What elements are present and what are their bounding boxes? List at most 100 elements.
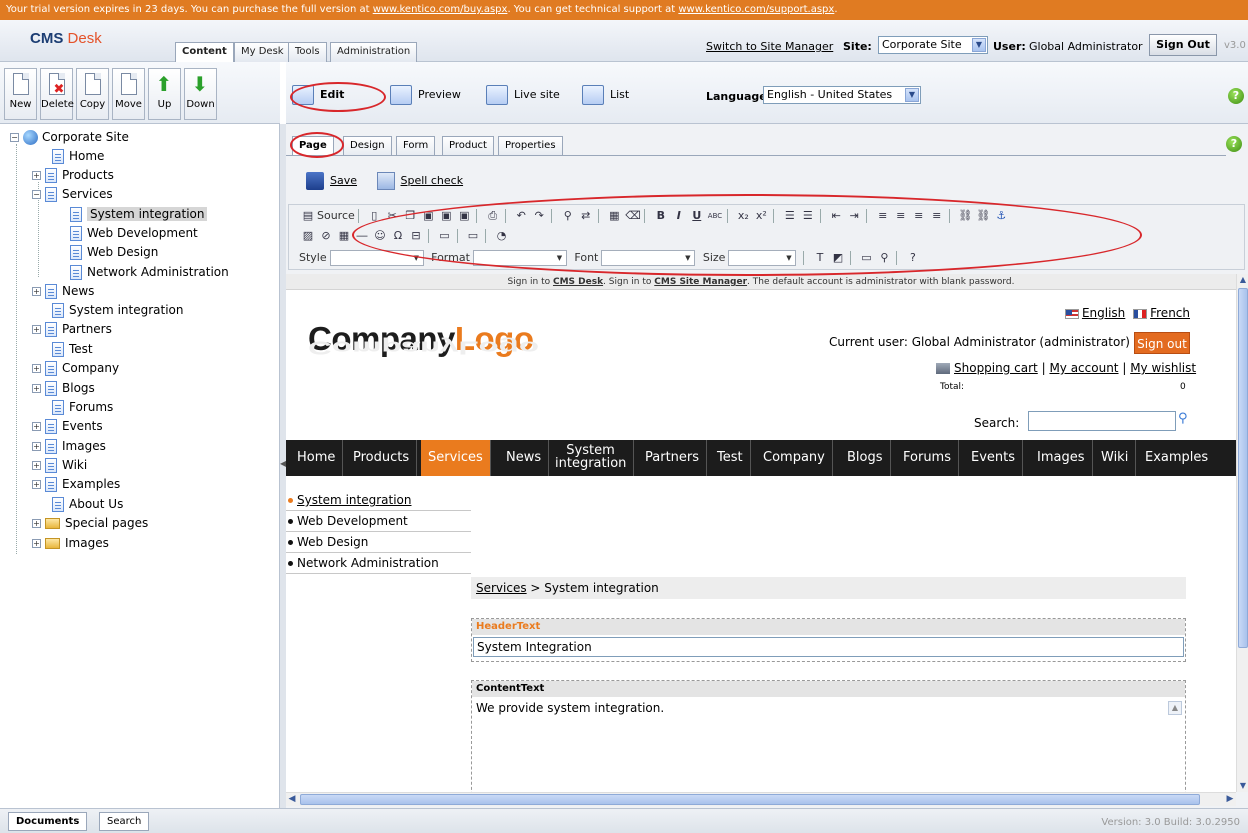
bold-icon[interactable]: B <box>654 209 668 223</box>
menu-item-test[interactable]: Test <box>710 440 751 476</box>
tree-node-home[interactable]: Home <box>52 147 104 166</box>
align-center-icon[interactable]: ≡ <box>894 209 908 223</box>
menu-item-news[interactable]: News <box>499 440 550 476</box>
tree-node-images[interactable]: + Images <box>32 437 106 456</box>
page-break-icon[interactable]: ⊟ <box>409 229 423 243</box>
site-select[interactable]: Corporate Site ▼ <box>878 36 988 54</box>
link-icon[interactable]: ⛓ <box>958 209 972 223</box>
unordered-list-icon[interactable]: ☰ <box>801 209 815 223</box>
expand-icon[interactable]: + <box>32 461 41 470</box>
tab-form[interactable]: Form <box>396 136 436 155</box>
tree-node-test[interactable]: Test <box>52 340 93 359</box>
site-sign-out-button[interactable]: Sign out <box>1134 332 1190 354</box>
style-dropdown[interactable] <box>329 250 424 266</box>
expand-icon[interactable]: + <box>32 519 41 528</box>
expand-icon[interactable]: + <box>32 364 41 373</box>
align-justify-icon[interactable]: ≡ <box>930 209 944 223</box>
down-button[interactable]: ⬇ Down <box>184 68 217 120</box>
edit-mode-button[interactable]: Edit <box>292 84 344 106</box>
tree-node-network-administration[interactable]: Network Administration <box>70 263 229 282</box>
help-icon[interactable]: ? <box>1228 88 1244 104</box>
scroll-up-icon[interactable]: ▲ <box>1168 701 1182 715</box>
scroll-right-icon[interactable]: ▶ <box>1224 793 1236 806</box>
unlink-icon[interactable]: ⛓ <box>976 209 990 223</box>
spell-check-button[interactable]: Spell check <box>376 172 463 190</box>
preview-icon[interactable]: ▯ <box>367 209 381 223</box>
menu-item-company[interactable]: Company <box>756 440 833 476</box>
tree-node-services[interactable]: − Services <box>32 185 113 204</box>
italic-icon[interactable]: I <box>672 209 686 223</box>
tab-tools[interactable]: Tools <box>288 42 327 62</box>
collapse-icon[interactable]: − <box>32 190 41 199</box>
image-icon[interactable]: ▨ <box>301 229 315 243</box>
site-manager-link[interactable]: CMS Site Manager <box>654 277 747 287</box>
web-part-icon[interactable]: ◔ <box>495 229 509 243</box>
submenu-item-system-integration[interactable]: System integration <box>286 490 471 511</box>
form-icon[interactable]: ▭ <box>438 229 452 243</box>
shopping-cart-link[interactable]: Shopping cart <box>954 361 1038 375</box>
sign-out-button[interactable]: Sign Out <box>1149 34 1217 56</box>
help-icon[interactable]: ? <box>1226 136 1242 152</box>
tree-node-news[interactable]: + News <box>32 282 94 301</box>
smiley-icon[interactable]: ☺ <box>373 229 387 243</box>
tree-node-company[interactable]: + Company <box>32 359 119 378</box>
header-text-input[interactable]: System Integration <box>473 637 1184 657</box>
table-icon[interactable]: ▦ <box>337 229 351 243</box>
format-dropdown[interactable] <box>472 250 567 266</box>
anchor-icon[interactable]: ⚓ <box>994 209 1008 223</box>
english-link[interactable]: English <box>1064 306 1125 320</box>
tree-node-special-pages[interactable]: + Special pages <box>32 514 148 533</box>
tree-node-events[interactable]: + Events <box>32 417 103 436</box>
tab-product[interactable]: Product <box>442 136 494 155</box>
expand-icon[interactable]: + <box>32 287 41 296</box>
tab-properties[interactable]: Properties <box>498 136 563 155</box>
source-icon[interactable]: ▤ <box>301 209 315 223</box>
font-dropdown[interactable] <box>601 250 696 266</box>
paste-text-icon[interactable]: ▣ <box>439 209 453 223</box>
collapse-icon[interactable]: − <box>10 133 19 142</box>
menu-item-services[interactable]: Services <box>421 440 491 476</box>
delete-button[interactable]: ✖ Delete <box>40 68 74 120</box>
breadcrumb-services-link[interactable]: Services <box>476 581 527 595</box>
cms-desk-link[interactable]: CMS Desk <box>553 277 603 287</box>
print-icon[interactable]: ⎙ <box>486 209 500 223</box>
menu-item-examples[interactable]: Examples <box>1138 440 1215 476</box>
scroll-thumb[interactable] <box>1238 288 1248 648</box>
tree-node-web-development[interactable]: Web Development <box>70 224 198 243</box>
search-icon[interactable]: ⚲ <box>1178 412 1192 426</box>
tree-node-wiki[interactable]: + Wiki <box>32 456 87 475</box>
tree-node-blogs[interactable]: + Blogs <box>32 379 95 398</box>
subscript-icon[interactable]: x₂ <box>736 209 750 223</box>
tree-node-products[interactable]: + Products <box>32 166 114 185</box>
align-right-icon[interactable]: ≡ <box>912 209 926 223</box>
preview-horizontal-scrollbar[interactable]: ◀ ▶ <box>286 792 1236 806</box>
buy-link[interactable]: www.kentico.com/buy.aspx <box>373 4 508 15</box>
move-button[interactable]: Move <box>112 68 145 120</box>
expand-icon[interactable]: + <box>32 422 41 431</box>
preview-mode-button[interactable]: Preview <box>390 84 461 106</box>
submenu-item-network-administration[interactable]: Network Administration <box>286 553 471 574</box>
tree-node-images-folder[interactable]: + Images <box>32 534 109 553</box>
menu-item-events[interactable]: Events <box>964 440 1024 476</box>
special-char-icon[interactable]: Ω <box>391 229 405 243</box>
menu-item-forums[interactable]: Forums <box>896 440 959 476</box>
content-text-area[interactable]: We provide system integration. ▲ <box>473 699 1184 792</box>
switch-to-site-manager-link[interactable]: Switch to Site Manager <box>706 40 833 53</box>
my-account-link[interactable]: My account <box>1049 361 1118 375</box>
tree-node-partners[interactable]: + Partners <box>32 320 112 339</box>
align-left-icon[interactable]: ≡ <box>876 209 890 223</box>
tree-node-web-design[interactable]: Web Design <box>70 243 158 262</box>
undo-icon[interactable]: ↶ <box>514 209 528 223</box>
flash-icon[interactable]: ⊘ <box>319 229 333 243</box>
find-icon[interactable]: ⚲ <box>561 209 575 223</box>
ordered-list-icon[interactable]: ☰ <box>783 209 797 223</box>
text-color-icon[interactable]: T <box>813 251 827 265</box>
copy-icon[interactable]: ❐ <box>403 209 417 223</box>
expand-icon[interactable]: + <box>32 539 41 548</box>
french-link[interactable]: French <box>1133 306 1190 320</box>
tree-node-system-integration-2[interactable]: System integration <box>52 301 183 320</box>
div-icon[interactable]: ▭ <box>466 229 480 243</box>
up-button[interactable]: ⬆ Up <box>148 68 181 120</box>
replace-icon[interactable]: ⇄ <box>579 209 593 223</box>
about-icon[interactable]: ? <box>906 251 920 265</box>
